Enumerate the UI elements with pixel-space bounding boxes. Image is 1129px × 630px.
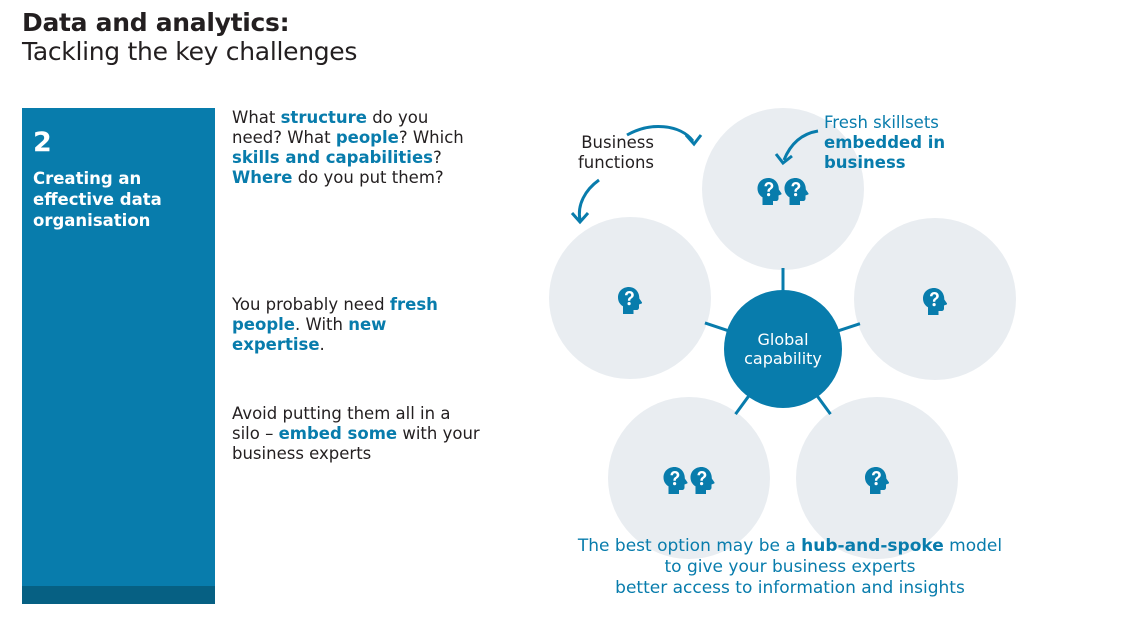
business-functions-label: Business functions — [566, 133, 654, 173]
caption-line2: to give your business experts — [664, 557, 916, 577]
fresh-skillsets-label: Fresh skillsets embedded in business — [824, 113, 945, 173]
hub-label: Global capability — [724, 330, 842, 368]
node-circle-bottom-left — [608, 397, 770, 559]
embedded-line1: embedded in — [824, 133, 946, 152]
caption-line1-pre: The best option may be a — [577, 536, 802, 556]
spoke-bottom-right — [815, 394, 832, 416]
hub-label-line2: capability — [744, 349, 822, 368]
caption-line1-post: model — [943, 536, 1003, 556]
caption-line1: The best option may be a hub-and-spoke m… — [530, 536, 1050, 557]
caption-hub-and-spoke: hub-and-spoke — [801, 536, 944, 556]
spoke-bottom-left — [734, 394, 751, 416]
arrow-to-left-node — [577, 178, 600, 221]
fresh-skillsets-text: Fresh skillsets — [824, 113, 939, 132]
caption: The best option may be a hub-and-spoke m… — [530, 536, 1050, 599]
embedded-line2: business — [824, 153, 906, 172]
business-functions-line1: Business — [581, 133, 654, 152]
caption-line3: better access to information and insight… — [615, 578, 965, 598]
business-functions-line2: functions — [578, 153, 654, 172]
hub-label-line1: Global — [757, 330, 809, 349]
